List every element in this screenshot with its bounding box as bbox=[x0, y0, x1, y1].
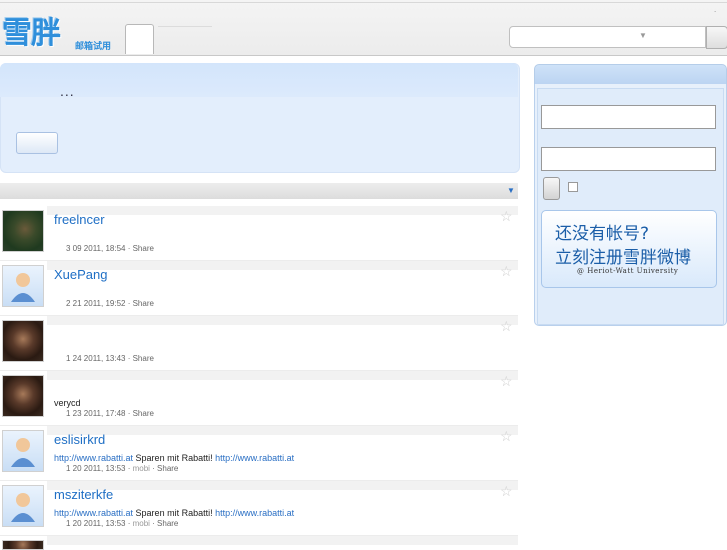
user-name[interactable]: XuePang bbox=[54, 267, 108, 282]
chevron-down-icon[interactable]: ▼ bbox=[639, 31, 647, 40]
remember-checkbox[interactable] bbox=[568, 182, 578, 192]
star-icon[interactable]: ☆ bbox=[500, 428, 513, 445]
post-link[interactable]: http://www.rabatti.at bbox=[54, 453, 133, 463]
avatar[interactable] bbox=[2, 375, 44, 417]
item-date[interactable]: 1 20 2011, 13:53 bbox=[66, 519, 125, 528]
post-body: Sparen mit Rabatti! bbox=[133, 508, 216, 518]
share-link[interactable]: Share bbox=[157, 519, 178, 528]
item-date[interactable]: 1 24 2011, 13:43 bbox=[66, 354, 125, 363]
user-name[interactable]: eslisirkrd bbox=[54, 432, 105, 447]
user-name[interactable]: msziterkfe bbox=[54, 487, 113, 502]
nav-tab[interactable] bbox=[125, 24, 154, 54]
feed-item: ☆ verycd 1 23 2011, 17:48 · Share bbox=[0, 371, 518, 426]
avatar[interactable] bbox=[2, 320, 44, 362]
item-date[interactable]: 1 20 2011, 13:53 bbox=[66, 464, 125, 473]
star-icon[interactable]: ☆ bbox=[500, 318, 513, 335]
publish-header bbox=[0, 63, 518, 97]
login-panel-header bbox=[534, 64, 727, 85]
feed-header bbox=[0, 183, 518, 199]
item-date[interactable]: 2 21 2011, 19:52 bbox=[66, 299, 125, 308]
item-meta: 1 24 2011, 13:43 · Share bbox=[66, 354, 154, 363]
item-meta: 1 20 2011, 13:53 · mobi · Share bbox=[66, 464, 179, 473]
top-dot: . bbox=[714, 5, 717, 14]
default-avatar-icon[interactable] bbox=[2, 265, 44, 307]
register-banner-line1: 还没有帐号? bbox=[555, 224, 650, 244]
post-text: verycd bbox=[54, 398, 81, 408]
avatar[interactable] bbox=[2, 540, 44, 550]
nav-divider bbox=[158, 26, 212, 27]
star-icon[interactable]: ☆ bbox=[500, 263, 513, 280]
share-link[interactable]: Share bbox=[133, 354, 154, 363]
star-icon[interactable]: ☆ bbox=[500, 373, 513, 390]
share-link[interactable]: Share bbox=[133, 299, 154, 308]
item-date[interactable]: 1 23 2011, 17:48 bbox=[66, 409, 125, 418]
post-link[interactable]: http://www.rabatti.at bbox=[54, 508, 133, 518]
star-icon[interactable]: ☆ bbox=[500, 208, 513, 225]
avatar[interactable] bbox=[2, 210, 44, 252]
share-link[interactable]: Share bbox=[157, 464, 178, 473]
post-text: http://www.rabatti.at Sparen mit Rabatti… bbox=[54, 508, 294, 518]
default-avatar-icon[interactable] bbox=[2, 485, 44, 527]
item-meta: 2 21 2011, 19:52 · Share bbox=[66, 299, 154, 308]
item-stripe bbox=[47, 371, 518, 380]
default-avatar-icon[interactable] bbox=[2, 430, 44, 472]
post-link[interactable]: http://www.rabatti.at bbox=[215, 453, 294, 463]
search-button[interactable] bbox=[706, 26, 727, 49]
item-meta: 1 20 2011, 13:53 · mobi · Share bbox=[66, 519, 179, 528]
item-stripe bbox=[47, 261, 518, 270]
item-date[interactable]: 3 09 2011, 18:54 bbox=[66, 244, 125, 253]
share-link[interactable]: Share bbox=[133, 244, 154, 253]
username-field[interactable] bbox=[541, 105, 716, 129]
top-divider bbox=[0, 2, 727, 3]
search-input[interactable] bbox=[652, 26, 706, 48]
item-meta: 3 09 2011, 18:54 · Share bbox=[66, 244, 154, 253]
item-stripe bbox=[47, 481, 518, 490]
register-banner-line2: 立刻注册雪胖微博 bbox=[555, 248, 691, 268]
item-stripe bbox=[47, 426, 518, 435]
feed-item bbox=[0, 536, 518, 550]
item-source: mobi bbox=[132, 464, 150, 473]
post-text: http://www.rabatti.at Sparen mit Rabatti… bbox=[54, 453, 294, 463]
password-field[interactable] bbox=[541, 147, 716, 171]
feed-item: eslisirkrd ☆ http://www.rabatti.at Spare… bbox=[0, 426, 518, 481]
publish-button[interactable] bbox=[16, 132, 58, 154]
search-type-select[interactable] bbox=[509, 26, 653, 48]
star-icon[interactable]: ☆ bbox=[500, 483, 513, 500]
user-name[interactable]: freelncer bbox=[54, 212, 105, 227]
item-stripe bbox=[47, 206, 518, 215]
item-meta: 1 23 2011, 17:48 · Share bbox=[66, 409, 154, 418]
share-link[interactable]: Share bbox=[133, 409, 154, 418]
login-button[interactable] bbox=[543, 177, 560, 200]
feed-filter-icon[interactable]: ▼ bbox=[507, 186, 515, 195]
logo-subtitle: 邮箱试用 bbox=[75, 42, 112, 52]
feed-item: ☆ 1 24 2011, 13:43 · Share bbox=[0, 316, 518, 371]
feed-item: XuePang ☆ 2 21 2011, 19:52 · Share bbox=[0, 261, 518, 316]
post-body: Sparen mit Rabatti! bbox=[133, 453, 216, 463]
item-stripe bbox=[47, 536, 518, 545]
register-banner-credit: @ Heriot-Watt University bbox=[577, 267, 679, 275]
feed-item: freelncer ☆ 3 09 2011, 18:54 · Share bbox=[0, 206, 518, 261]
post-link[interactable]: http://www.rabatti.at bbox=[215, 508, 294, 518]
feed-item: msziterkfe ☆ http://www.rabatti.at Spare… bbox=[0, 481, 518, 536]
item-stripe bbox=[47, 316, 518, 325]
site-logo[interactable]: 雪胖 bbox=[2, 17, 61, 51]
item-source: mobi bbox=[132, 519, 150, 528]
publish-prompt: ... bbox=[60, 83, 75, 99]
